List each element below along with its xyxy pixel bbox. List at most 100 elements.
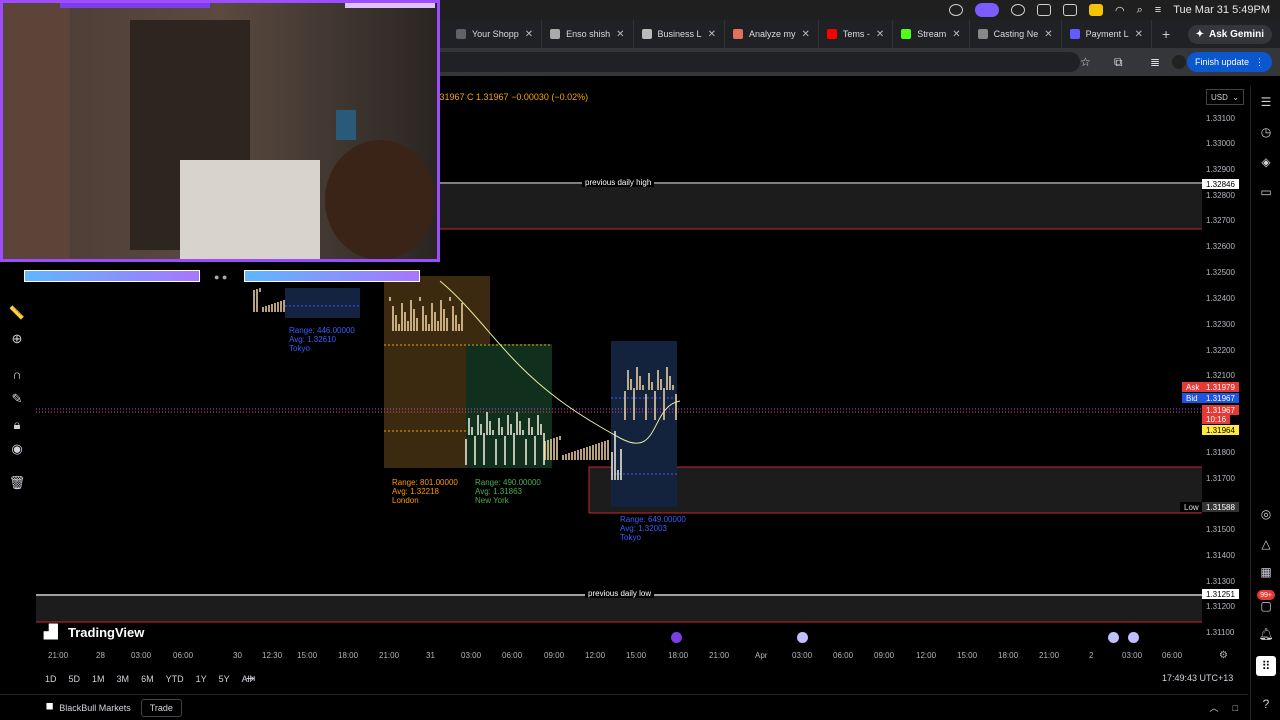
- new-tab-button[interactable]: +: [1152, 26, 1180, 42]
- triangle-icon[interactable]: △: [1258, 536, 1274, 552]
- event-marker-icon[interactable]: [671, 632, 682, 643]
- close-icon[interactable]: ✕: [1135, 29, 1143, 40]
- price-level-label: 1.32700: [1206, 216, 1235, 225]
- price-level-label: 1.32800: [1206, 191, 1235, 200]
- close-icon[interactable]: ✕: [952, 29, 960, 40]
- chat-icon[interactable]: ▭: [1258, 184, 1274, 200]
- us-flag-event-icon[interactable]: [797, 632, 808, 643]
- trade-button[interactable]: Trade: [140, 698, 182, 717]
- menu-clock[interactable]: Tue Mar 31 5:49PM: [1173, 4, 1270, 16]
- price-level-label: 1.32500: [1206, 268, 1235, 277]
- us-flag-event-icon[interactable]: [1108, 632, 1119, 643]
- search-icon[interactable]: ⌕: [1137, 4, 1143, 17]
- overlay-dots: ● ●: [214, 272, 228, 282]
- browser-tab[interactable]: Casting Ne ✕: [970, 20, 1062, 48]
- browser-tab[interactable]: Tems - ✕: [819, 20, 894, 48]
- bell-icon[interactable]: 🔔︎: [1258, 626, 1274, 642]
- comments-icon[interactable]: ▢: [1258, 598, 1274, 614]
- maximize-icon[interactable]: □: [1233, 703, 1238, 713]
- finish-update-label: Finish update: [1194, 57, 1249, 67]
- browser-tab[interactable]: Your Shopp ✕: [448, 20, 543, 48]
- lock-icon[interactable]: 🔒︎: [8, 416, 26, 434]
- goto-date-icon[interactable]: ⇥: [246, 672, 255, 685]
- apps-grid-icon[interactable]: ⠿: [1256, 656, 1276, 676]
- time-label: 12:30: [262, 651, 283, 660]
- time-axis[interactable]: 21:00 28 03:00 06:00 30 12:30 15:00 18:00 21:00 3…: [36, 648, 1248, 664]
- star-icon[interactable]: ☆: [1080, 55, 1091, 69]
- close-icon[interactable]: ✕: [1044, 29, 1052, 40]
- tab-favicon-icon: [1069, 29, 1080, 39]
- battery-icon[interactable]: [1088, 4, 1103, 16]
- tab-title: Enso shish: [566, 29, 611, 39]
- range-1y[interactable]: 1Y: [191, 672, 212, 686]
- eye-icon[interactable]: ◉: [8, 440, 26, 458]
- help-icon[interactable]: ?: [1258, 696, 1274, 712]
- control-center-icon[interactable]: ≡: [1155, 4, 1161, 16]
- time-label: 28: [96, 651, 105, 660]
- target-icon[interactable]: ◎: [1258, 506, 1274, 522]
- browser-tab[interactable]: Stream ✕: [893, 20, 970, 48]
- close-icon[interactable]: ✕: [801, 29, 809, 40]
- ask-gemini-button[interactable]: ✦ Ask Gemini: [1187, 24, 1272, 44]
- settings-gear-icon[interactable]: ⚙: [1219, 650, 1228, 661]
- address-bar[interactable]: [440, 52, 1080, 72]
- range-6m[interactable]: 6M: [136, 672, 159, 686]
- trash-icon[interactable]: 🗑︎: [8, 474, 26, 492]
- price-level-label: 1.31800: [1206, 448, 1235, 457]
- time-label: 21:00: [379, 651, 400, 660]
- range-3m[interactable]: 3M: [112, 672, 135, 686]
- watchlist-icon[interactable]: ☰: [1258, 94, 1274, 110]
- range-5y[interactable]: 5Y: [214, 672, 235, 686]
- range-1m[interactable]: 1M: [87, 672, 110, 686]
- price-level-label: 1.32600: [1206, 242, 1235, 251]
- range-selector: 1D 5D 1M 3M 6M YTD 1Y 5Y All: [40, 670, 257, 688]
- wifi-icon[interactable]: ◠: [1115, 4, 1125, 17]
- currency-selector[interactable]: USD ⌄: [1206, 89, 1244, 105]
- utc-clock[interactable]: 17:49:43 UTC+13: [1162, 673, 1233, 683]
- magnet-icon[interactable]: ∩: [8, 365, 26, 383]
- screenshot-icon[interactable]: ⧉: [1114, 55, 1123, 70]
- time-label: 06:00: [502, 651, 523, 660]
- chevron-up-icon[interactable]: ︿: [1210, 701, 1219, 714]
- price-level-label: 1.32400: [1206, 294, 1235, 303]
- price-level-label: 1.32200: [1206, 346, 1235, 355]
- session-stats-newyork: Range: 490.00000 Avg: 1.31863 New York: [475, 478, 541, 505]
- profile-avatar[interactable]: [1172, 55, 1186, 69]
- close-icon[interactable]: ✕: [708, 29, 716, 40]
- close-icon[interactable]: ✕: [525, 29, 533, 40]
- browser-tab[interactable]: Business L ✕: [634, 20, 725, 48]
- session-avg: Avg: 1.31863: [475, 487, 523, 496]
- alerts-clock-icon[interactable]: ◷: [1258, 124, 1274, 140]
- session-box-newyork: [466, 344, 552, 468]
- low-zone: [589, 467, 1202, 513]
- broker-selector[interactable]: ⯀ BlackBull Markets: [46, 702, 131, 713]
- price-level-label: 1.33000: [1206, 139, 1235, 148]
- browser-tab[interactable]: Analyze my ✕: [725, 20, 819, 48]
- browser-tab[interactable]: Enso shish ✕: [542, 20, 634, 48]
- zoom-in-icon[interactable]: ⊕: [8, 330, 26, 348]
- us-flag-event-icon[interactable]: [1128, 632, 1139, 643]
- tab-title: Payment L: [1085, 29, 1129, 39]
- low-price-tag: 1.31588: [1202, 502, 1239, 512]
- range-ytd[interactable]: YTD: [161, 672, 189, 686]
- low-label: Low: [1180, 502, 1203, 512]
- tab-title: Business L: [657, 29, 702, 39]
- close-icon[interactable]: ✕: [616, 29, 624, 40]
- layers-icon[interactable]: ◈: [1258, 154, 1274, 170]
- finish-update-button[interactable]: Finish update ⋮: [1186, 52, 1272, 72]
- ruler-icon[interactable]: 📏: [8, 304, 26, 322]
- keyboard-icon[interactable]: [1036, 4, 1051, 16]
- calendar-icon[interactable]: ▦: [1258, 564, 1274, 580]
- close-icon[interactable]: ✕: [876, 29, 884, 40]
- play-icon[interactable]: [1010, 4, 1025, 16]
- time-label: 15:00: [297, 651, 318, 660]
- pencil-icon[interactable]: ✎: [8, 390, 26, 408]
- screen-record-icon[interactable]: [974, 3, 999, 17]
- creative-cloud-icon[interactable]: [948, 4, 963, 16]
- media-controls-icon[interactable]: ≣: [1150, 55, 1160, 69]
- range-1d[interactable]: 1D: [40, 672, 62, 686]
- range-5d[interactable]: 5D: [64, 672, 86, 686]
- window-icon[interactable]: [1062, 4, 1077, 16]
- session-range: Range: 801.00000: [392, 478, 458, 487]
- browser-tab[interactable]: Payment L ✕: [1062, 20, 1153, 48]
